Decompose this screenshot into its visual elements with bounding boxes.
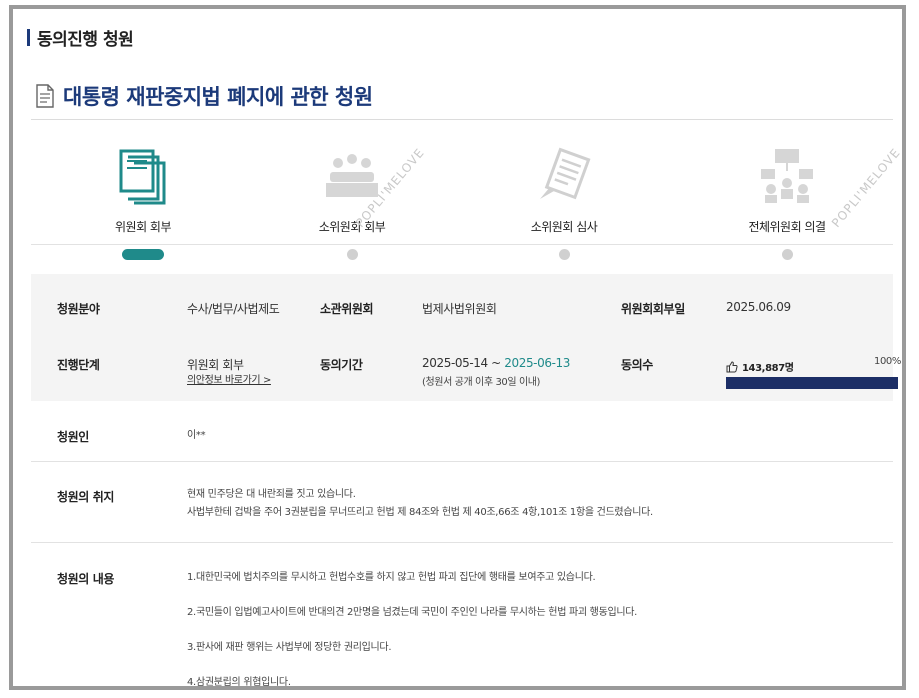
consent-percent: 100% (874, 356, 901, 367)
petitioner-row: 청원인 이** (31, 401, 893, 461)
petitioner-value: 이** (187, 430, 206, 441)
step-label: 소위원회 심사 (530, 220, 598, 234)
stage-label: 진행단계 (57, 358, 100, 372)
content-line: 3.판사에 재판 행위는 사법부에 정당한 권리입니다. (187, 642, 392, 653)
consent-label: 동의수 (621, 358, 653, 372)
content-line: 4.삼권분립의 위협입니다. (187, 677, 291, 688)
content-line: 1.대한민국에 법치주의를 무시하고 헌법수호를 하지 않고 헌법 파괴 집단에… (187, 572, 596, 583)
heading-bar (27, 29, 30, 46)
petition-info-box: 청원분야 수사/법무/사법제도 소관위원회 법제사법위원회 위원회회부일 202… (31, 274, 901, 401)
period-note: (청원서 공개 이후 30일 이내) (422, 377, 541, 388)
section-heading-text: 동의진행 청원 (37, 30, 134, 50)
step-dot (781, 249, 793, 260)
committee-vote-icon (761, 149, 813, 203)
step-committee-referral: 위원회 회부 (68, 127, 218, 260)
content-row: 청원의 내용 1.대한민국에 법치주의를 무시하고 헌법수호를 하지 않고 헌법… (31, 543, 893, 688)
section-heading: 동의진행 청원 (27, 25, 134, 50)
committee-label: 소관위원회 (320, 302, 374, 316)
step-dot (558, 249, 570, 260)
title-divider (31, 119, 893, 120)
content-line: 2.국민들이 입법예고사이트에 반대의견 2만명을 넘겼는데 국민이 주인인 나… (187, 607, 638, 618)
period-end: 2025-06-13 (504, 356, 570, 370)
step-label: 위원회 회부 (114, 220, 172, 234)
committee-value: 법제사법위원회 (422, 302, 497, 316)
content-text: 1.대한민국에 법치주의를 무시하고 헌법수호를 하지 않고 헌법 파괴 집단에… (187, 569, 638, 688)
review-document-icon (540, 147, 591, 200)
active-step-indicator (122, 249, 164, 260)
consent-progress-fill (726, 377, 898, 389)
page-frame: 동의진행 청원 대통령 재판중지법 폐지에 관한 청원 위원회 회부 소위원회 … (9, 5, 906, 690)
period-label: 동의기간 (320, 358, 363, 372)
thumbs-up-icon (726, 360, 738, 372)
field-label: 청원분야 (57, 302, 100, 316)
petitioner-label: 청원인 (57, 430, 89, 444)
documents-icon (119, 149, 166, 205)
purpose-label: 청원의 취지 (57, 490, 114, 504)
period-start: 2025-05-14 ~ (422, 356, 505, 370)
consent-count: 143,887명 (726, 359, 794, 374)
step-subcommittee-review: 소위원회 심사 (489, 127, 639, 260)
purpose-line: 현재 민주당은 대 내란죄를 짓고 있습니다. (187, 489, 356, 500)
consent-progress-bar (726, 377, 898, 389)
referral-date-label: 위원회회부일 (621, 302, 685, 316)
period-value: 2025-05-14 ~ 2025-06-13 (422, 356, 570, 370)
referral-date-value: 2025.06.09 (726, 300, 791, 314)
petition-title-row: 대통령 재판중지법 폐지에 관한 청원 (35, 81, 373, 111)
step-dot (346, 249, 358, 260)
progress-steps: 위원회 회부 소위원회 회부 소위원회 심사 전체위원회 의결 (31, 127, 893, 262)
consent-count-value: 143,887명 (742, 363, 794, 374)
purpose-row: 청원의 취지 현재 민주당은 대 내란죄를 짓고 있습니다. 사법부한테 겁박을… (31, 462, 893, 542)
content-label: 청원의 내용 (57, 572, 114, 586)
step-subcommittee-referral: 소위원회 회부 (277, 127, 427, 260)
bill-info-link[interactable]: 의안정보 바로가기 > (187, 371, 271, 386)
document-icon (36, 84, 54, 108)
field-value: 수사/법무/사법제도 (187, 302, 280, 316)
petition-title: 대통령 재판중지법 폐지에 관한 청원 (63, 85, 373, 109)
purpose-line: 사법부한테 겁박을 주어 3권분립을 무너뜨리고 헌법 제 84조와 헌법 제 … (187, 507, 653, 518)
purpose-text: 현재 민주당은 대 내란죄를 짓고 있습니다. 사법부한테 겁박을 주어 3권분… (187, 486, 653, 522)
step-plenary-vote: 전체위원회 의결 (712, 127, 862, 260)
